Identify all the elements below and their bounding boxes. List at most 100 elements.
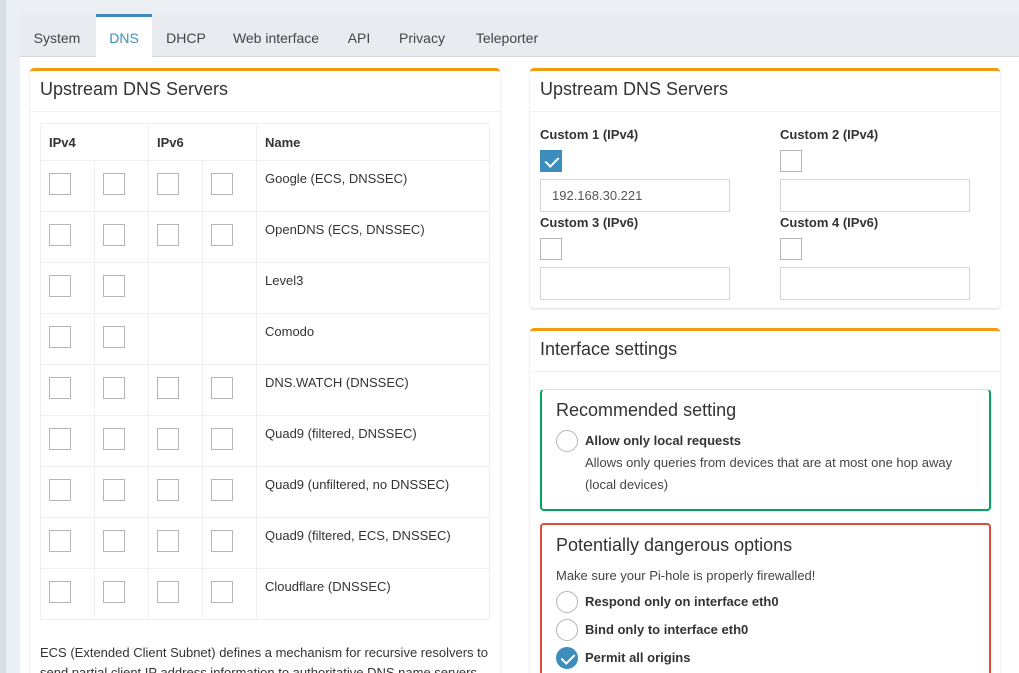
ipv4-checkbox[interactable] <box>49 479 71 501</box>
tab-teleporter[interactable]: Teleporter <box>460 14 554 57</box>
checkbox-cell <box>148 568 203 620</box>
tab-dhcp[interactable]: DHCP <box>154 14 218 57</box>
checkbox-cell <box>40 262 95 314</box>
checkbox-cell <box>202 160 257 212</box>
sidebar-edge <box>0 0 6 673</box>
ipv4-checkbox[interactable] <box>49 173 71 195</box>
checkbox-cell <box>202 262 257 314</box>
custom1-checkbox[interactable] <box>540 150 562 172</box>
checkbox-cell <box>40 415 95 467</box>
ipv4-checkbox[interactable] <box>103 479 125 501</box>
ipv4-checkbox[interactable] <box>103 173 125 195</box>
header-ipv6: IPv6 <box>148 123 257 161</box>
permit-all-radio[interactable] <box>556 647 578 669</box>
ipv6-checkbox[interactable] <box>211 377 233 399</box>
checkbox-cell <box>40 313 95 365</box>
firewall-warning: Make sure your Pi-hole is properly firew… <box>556 568 816 583</box>
table-row: DNS.WATCH (DNSSEC) <box>40 364 490 416</box>
checkbox-cell <box>40 568 95 620</box>
upstream-dns-table: IPv4 IPv6 Name Google (ECS, DNSSEC) OpenD… <box>40 123 490 620</box>
ipv4-checkbox[interactable] <box>103 326 125 348</box>
ipv4-checkbox[interactable] <box>49 530 71 552</box>
custom1-input[interactable]: 192.168.30.221 <box>540 179 730 212</box>
local-requests-label[interactable]: Allow only local requests <box>585 433 741 448</box>
server-name: Level3 <box>256 262 490 314</box>
upstream-dns-box: Upstream DNS Servers IPv4 IPv6 Name Goog… <box>30 68 500 673</box>
checkbox-cell <box>202 364 257 416</box>
divider <box>30 111 500 112</box>
checkbox-cell <box>148 313 203 365</box>
ipv4-checkbox[interactable] <box>49 326 71 348</box>
ipv6-checkbox[interactable] <box>211 530 233 552</box>
settings-page: System DNS DHCP Web interface API Privac… <box>0 0 1019 673</box>
custom4-input[interactable] <box>780 267 970 300</box>
custom3-label: Custom 3 (IPv6) <box>540 215 639 230</box>
ipv6-checkbox[interactable] <box>211 173 233 195</box>
divider <box>530 371 1000 372</box>
checkbox-cell <box>94 211 149 263</box>
custom2-label: Custom 2 (IPv4) <box>780 127 879 142</box>
checkbox-cell <box>202 568 257 620</box>
custom3-checkbox[interactable] <box>540 238 562 260</box>
tab-privacy[interactable]: Privacy <box>386 14 458 57</box>
custom-dns-box: Upstream DNS Servers Custom 1 (IPv4) 192… <box>530 68 1000 308</box>
bind-eth0-label[interactable]: Bind only to interface eth0 <box>585 622 748 637</box>
ipv6-checkbox[interactable] <box>157 479 179 501</box>
tab-dns[interactable]: DNS <box>96 14 152 58</box>
checkbox-cell <box>202 517 257 569</box>
server-name: DNS.WATCH (DNSSEC) <box>256 364 490 416</box>
tab-web-interface[interactable]: Web interface <box>220 14 332 57</box>
table-row: Google (ECS, DNSSEC) <box>40 160 490 212</box>
permit-all-label[interactable]: Permit all origins <box>585 650 690 665</box>
dangerous-title: Potentially dangerous options <box>556 535 793 555</box>
ipv6-checkbox[interactable] <box>211 581 233 603</box>
checkbox-cell <box>94 160 149 212</box>
checkbox-cell <box>202 466 257 518</box>
custom2-checkbox[interactable] <box>780 150 802 172</box>
bind-eth0-radio[interactable] <box>556 619 578 641</box>
box-title: Upstream DNS Servers <box>540 79 729 99</box>
ipv6-checkbox[interactable] <box>157 428 179 450</box>
ipv6-checkbox[interactable] <box>211 428 233 450</box>
server-name: Comodo <box>256 313 490 365</box>
checkbox-cell <box>40 160 95 212</box>
ipv6-checkbox[interactable] <box>211 479 233 501</box>
ipv4-checkbox[interactable] <box>103 530 125 552</box>
ipv6-checkbox[interactable] <box>157 377 179 399</box>
ipv6-checkbox[interactable] <box>211 224 233 246</box>
ipv4-checkbox[interactable] <box>49 224 71 246</box>
custom2-input[interactable] <box>780 179 970 212</box>
ipv4-checkbox[interactable] <box>49 377 71 399</box>
ipv4-checkbox[interactable] <box>103 377 125 399</box>
ipv4-checkbox[interactable] <box>49 428 71 450</box>
ipv4-checkbox[interactable] <box>49 581 71 603</box>
dangerous-options-panel: Potentially dangerous options Make sure … <box>540 523 991 673</box>
respond-eth0-radio[interactable] <box>556 591 578 613</box>
ipv6-checkbox[interactable] <box>157 224 179 246</box>
box-title: Interface settings <box>540 339 678 359</box>
ipv4-checkbox[interactable] <box>103 224 125 246</box>
ipv4-checkbox[interactable] <box>103 275 125 297</box>
ipv6-checkbox[interactable] <box>157 581 179 603</box>
custom4-label: Custom 4 (IPv6) <box>780 215 879 230</box>
ipv4-checkbox[interactable] <box>49 275 71 297</box>
ipv4-checkbox[interactable] <box>103 428 125 450</box>
custom3-input[interactable] <box>540 267 730 300</box>
ipv4-checkbox[interactable] <box>103 581 125 603</box>
tab-system[interactable]: System <box>20 14 94 57</box>
tab-api[interactable]: API <box>334 14 384 57</box>
ipv6-checkbox[interactable] <box>157 173 179 195</box>
ipv6-checkbox[interactable] <box>157 530 179 552</box>
respond-eth0-label[interactable]: Respond only on interface eth0 <box>585 594 779 609</box>
custom4-checkbox[interactable] <box>780 238 802 260</box>
settings-tabs: System DNS DHCP Web interface API Privac… <box>20 14 1019 58</box>
checkbox-cell <box>94 364 149 416</box>
checkbox-cell <box>148 160 203 212</box>
local-requests-radio[interactable] <box>556 430 578 452</box>
table-row: Comodo <box>40 313 490 365</box>
table-row: Level3 <box>40 262 490 314</box>
box-title: Upstream DNS Servers <box>40 79 229 99</box>
checkbox-cell <box>40 466 95 518</box>
checkbox-cell <box>148 466 203 518</box>
checkbox-cell <box>40 517 95 569</box>
